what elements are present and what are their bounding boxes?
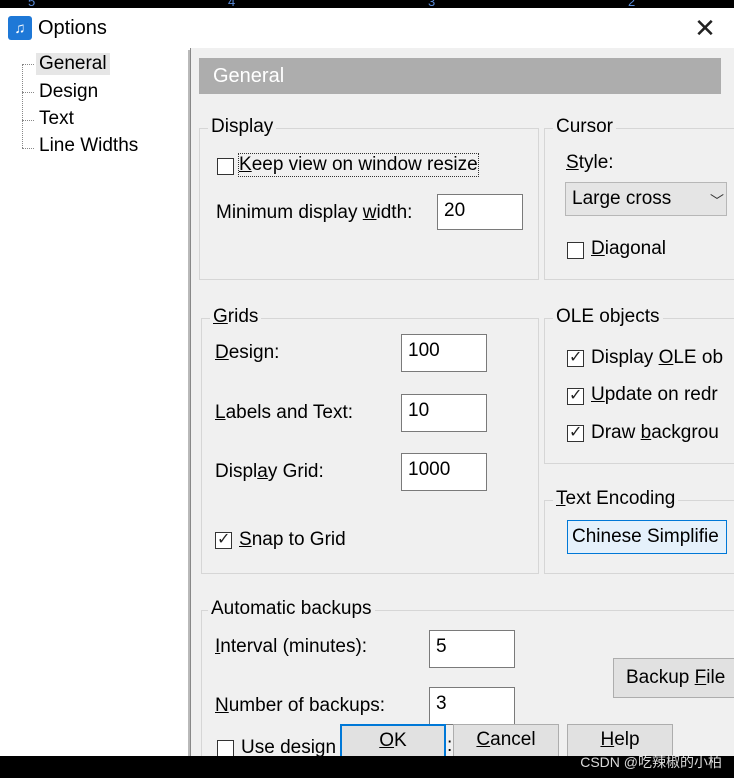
grid-labels-label: Labels and Text:	[215, 402, 354, 423]
snap-to-grid-label: Snap to Grid	[239, 529, 346, 550]
options-dialog: ♫ Options ✕ General Design Text Line Wid…	[0, 8, 734, 756]
cursor-group-label: Cursor	[553, 116, 617, 138]
settings-panel: General Display Keep view on window resi…	[190, 48, 734, 756]
interval-label: Interval (minutes):	[215, 636, 368, 657]
update-redraw-checkbox[interactable]	[567, 385, 584, 405]
tree-connector	[22, 92, 34, 93]
colon-fragment: :	[447, 735, 453, 756]
window-title: Options	[38, 17, 107, 39]
display-grid-label: Display Grid:	[215, 461, 324, 482]
keep-view-checkbox[interactable]	[217, 158, 234, 175]
interval-field[interactable]: 5	[429, 630, 515, 668]
backups-group-label: Automatic backups	[208, 598, 375, 620]
panel-header: General	[199, 58, 721, 94]
tree-connector	[22, 64, 23, 148]
chevron-down-icon: ﹀	[710, 193, 724, 209]
draw-background-label: Draw backgrou	[591, 422, 719, 443]
keep-view-label: Keep view on window resize	[238, 153, 479, 177]
watermark: CSDN @吃辣椒的小柏	[580, 754, 722, 770]
cancel-button[interactable]: Cancel	[453, 724, 559, 756]
min-width-label: Minimum display width:	[216, 202, 413, 223]
title-bar: ♫ Options ✕	[0, 8, 734, 48]
display-group-label: Display	[208, 116, 277, 138]
tree-connector	[22, 120, 34, 121]
display-grid-field[interactable]: 1000	[401, 453, 487, 491]
tree-connector	[22, 64, 34, 65]
grid-design-field[interactable]: 100	[401, 334, 487, 372]
cursor-style-value: Large cross	[572, 188, 672, 209]
grid-design-label: Design:	[215, 342, 280, 363]
number-backups-field[interactable]: 3	[429, 687, 515, 725]
close-icon: ✕	[694, 12, 716, 43]
display-ole-checkbox[interactable]	[567, 347, 584, 367]
app-icon: ♫	[8, 16, 32, 40]
text-encoding-select[interactable]: Chinese Simplifie	[567, 520, 727, 554]
grid-labels-field[interactable]: 10	[401, 394, 487, 432]
use-design-checkbox[interactable]	[217, 740, 234, 756]
tree-connector	[22, 148, 34, 149]
tree-item-line-widths[interactable]: Line Widths	[36, 135, 141, 157]
cursor-style-label: Style:	[566, 152, 614, 173]
diagonal-checkbox[interactable]	[567, 242, 584, 259]
tree-item-general[interactable]: General	[36, 53, 110, 75]
text-encoding-label: Text Encoding	[553, 488, 679, 510]
ole-group-label: OLE objects	[553, 306, 663, 328]
category-tree: General Design Text Line Widths	[6, 50, 190, 756]
tree-item-text[interactable]: Text	[36, 108, 77, 130]
min-width-field[interactable]: 20	[437, 194, 523, 230]
display-ole-label: Display OLE ob	[591, 347, 724, 368]
diagonal-label: Diagonal	[591, 238, 667, 259]
tree-item-design[interactable]: Design	[36, 81, 101, 103]
snap-to-grid-checkbox[interactable]	[215, 529, 232, 549]
use-design-label: Use design	[241, 737, 337, 756]
close-button[interactable]: ✕	[688, 12, 722, 44]
number-backups-label: Number of backups:	[215, 695, 386, 716]
update-redraw-label: Update on redr	[591, 384, 718, 405]
grids-group-label: Grids	[210, 306, 262, 328]
background-cad-strip: 5 4 3 2	[0, 0, 734, 9]
backup-files-button[interactable]: Backup File	[613, 658, 734, 698]
ok-button[interactable]: OK	[340, 724, 446, 756]
draw-background-checkbox[interactable]	[567, 422, 584, 442]
cursor-style-select[interactable]: Large cross	[565, 182, 727, 216]
